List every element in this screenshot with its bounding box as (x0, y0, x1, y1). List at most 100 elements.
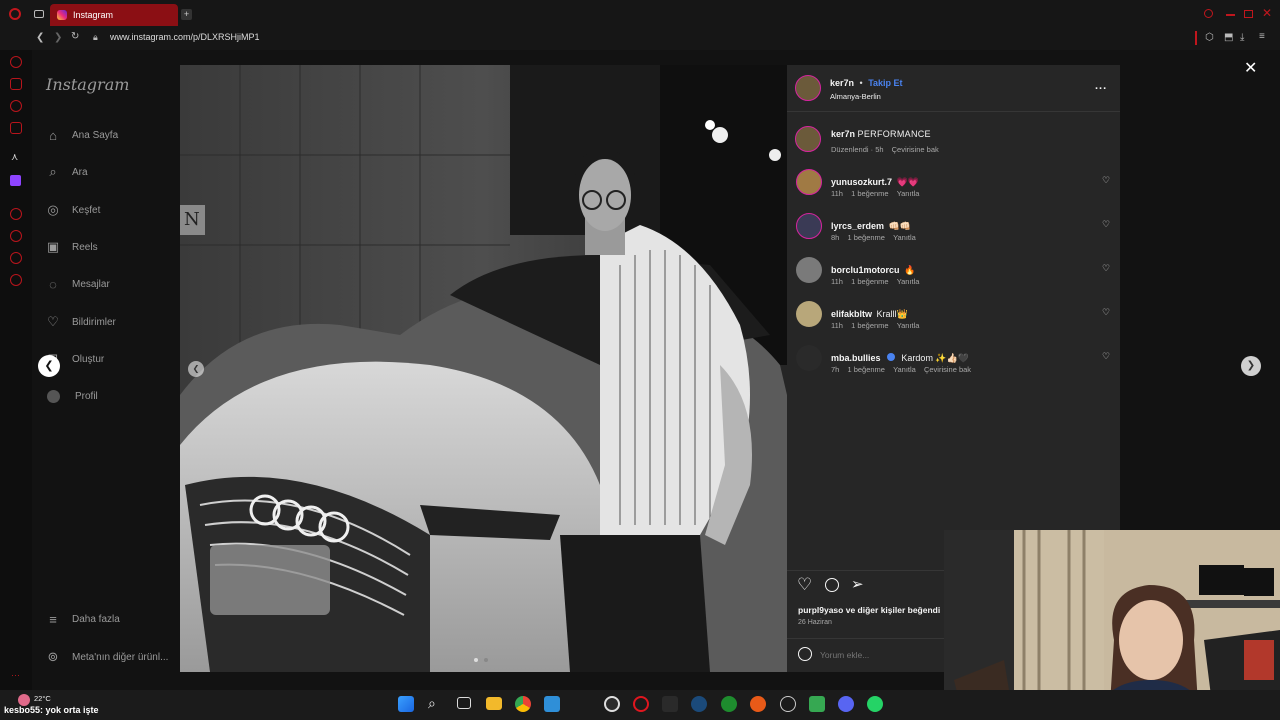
next-post-button[interactable]: ❯ (1241, 356, 1261, 376)
close-window-button[interactable]: ✕ (1262, 6, 1272, 20)
taskbar-search-icon[interactable]: ⌕ (428, 695, 436, 712)
extensions-icon[interactable]: ⬡ (1205, 32, 1214, 43)
author-username[interactable]: ker7n (830, 78, 854, 88)
xbox-icon[interactable] (721, 696, 737, 712)
liked-by-rest[interactable]: ve diğer kişiler beğendi (846, 605, 940, 615)
caption-avatar[interactable] (795, 126, 821, 152)
comment-likes[interactable]: 1 beğenme (847, 233, 885, 242)
post-photo[interactable]: N ❮ (180, 65, 787, 672)
weather-temperature[interactable]: 22°C (34, 694, 51, 703)
app-circle-icon[interactable] (780, 696, 796, 712)
comment-username[interactable]: elifakbltw (831, 309, 872, 319)
discord-icon[interactable] (838, 696, 854, 712)
nav-item-profile[interactable]: Profil (44, 386, 98, 406)
comment-avatar[interactable] (796, 169, 822, 195)
epic-games-icon[interactable] (662, 696, 678, 712)
sidebar-messenger-icon[interactable] (10, 100, 22, 112)
comment-reply[interactable]: Yanıtla (897, 277, 920, 286)
app-green-icon[interactable] (809, 696, 825, 712)
comment-username[interactable]: borclu1motorcu (831, 265, 900, 275)
comment-username[interactable]: mba.bullies (831, 353, 881, 363)
sidebar-ai-icon[interactable]: ⋏ (11, 152, 18, 163)
game-launcher-icon[interactable] (750, 696, 766, 712)
comment-reply[interactable]: Yanıtla (893, 365, 916, 374)
comment-likes[interactable]: 1 beğenme (847, 365, 885, 374)
comment-reply[interactable]: Yanıtla (897, 189, 920, 198)
opera-taskbar-icon[interactable] (633, 696, 649, 712)
sidebar-chat-icon[interactable] (10, 78, 22, 90)
chrome-icon[interactable] (515, 696, 531, 712)
opera-logo-icon[interactable] (9, 8, 21, 20)
task-view-icon[interactable] (457, 697, 471, 709)
comment-translate-link[interactable]: Çevirisine bak (924, 365, 971, 374)
url-field[interactable]: www.instagram.com/p/DLXRSHjiMP1 (110, 32, 260, 42)
sidebar-history-icon[interactable] (10, 230, 22, 242)
obs-icon[interactable] (604, 696, 620, 712)
back-icon[interactable]: ❮ (36, 32, 44, 43)
instagram-logo[interactable]: Instagram (46, 75, 129, 94)
nav-item-home[interactable]: ⌂ Ana Sayfa (44, 125, 118, 145)
close-modal-button[interactable]: ✕ (1244, 58, 1257, 78)
comment-likes[interactable]: 1 beğenme (851, 321, 889, 330)
share-send-icon[interactable]: ➢ (851, 575, 864, 593)
easy-setup-icon[interactable]: ⬒ (1224, 32, 1233, 43)
download-icon[interactable]: ⤓ (1240, 32, 1244, 43)
comment-avatar[interactable] (796, 301, 822, 327)
app-window-icon[interactable] (544, 696, 560, 712)
maximize-button[interactable] (1244, 10, 1253, 18)
new-tab-button[interactable]: + (181, 9, 192, 20)
comment-reply[interactable]: Yanıtla (893, 233, 916, 242)
browser-tab-instagram[interactable]: Instagram (50, 4, 178, 26)
comment-avatar[interactable] (796, 213, 822, 239)
follow-button[interactable]: Takip Et (868, 78, 902, 88)
like-post-heart-icon[interactable]: ♡ (797, 575, 812, 595)
nav-item-explore[interactable]: ◎ Keşfet (44, 200, 100, 220)
photo-previous-button[interactable]: ❮ (188, 361, 204, 377)
comment-like-heart-icon[interactable]: ♡ (1102, 307, 1110, 318)
comment-avatar[interactable] (796, 345, 822, 371)
sidebar-player-icon[interactable] (10, 208, 22, 220)
tab-manager-icon[interactable] (34, 10, 44, 18)
comment-reply[interactable]: Yanıtla (897, 321, 920, 330)
caption-translate-link[interactable]: Çevirisine bak (892, 145, 939, 154)
liked-by-username[interactable]: purpl9yaso (798, 605, 843, 615)
comment-bubble-icon[interactable] (825, 578, 839, 592)
reload-icon[interactable]: ↻ (71, 31, 79, 42)
sidebar-twitch-icon[interactable] (10, 175, 21, 186)
sidebar-settings-icon[interactable] (10, 274, 22, 286)
comment-like-heart-icon[interactable]: ♡ (1102, 219, 1110, 230)
comment-likes[interactable]: 1 beğenme (851, 189, 889, 198)
nav-item-messages[interactable]: ◌ Mesajlar (44, 274, 110, 294)
post-options-button[interactable]: ... (1095, 80, 1107, 92)
forward-icon[interactable]: ❯ (54, 32, 62, 43)
nav-item-notifications[interactable]: ♡ Bildirimler (44, 312, 116, 332)
emoji-smiley-icon[interactable] (798, 647, 812, 661)
comment-like-heart-icon[interactable]: ♡ (1102, 351, 1110, 362)
search-tabs-icon[interactable] (1204, 9, 1213, 18)
nav-item-search[interactable]: ⌕ Ara (44, 162, 87, 182)
whatsapp-icon[interactable] (867, 696, 883, 712)
caption-username[interactable]: ker7n (831, 129, 855, 139)
sidebar-more-icon[interactable]: ··· (11, 670, 20, 680)
sidebar-aria-icon[interactable] (10, 56, 22, 68)
steam-icon[interactable] (691, 696, 707, 712)
add-comment-input[interactable] (820, 647, 940, 662)
post-location[interactable]: Almanya-Berlin (830, 92, 881, 101)
sidebar-pinboard-icon[interactable] (10, 252, 22, 264)
comment-username[interactable]: yunusozkurt.7 (831, 177, 892, 187)
file-explorer-icon[interactable] (486, 697, 502, 710)
comment-like-heart-icon[interactable]: ♡ (1102, 263, 1110, 274)
nav-item-reels[interactable]: ▣ Reels (44, 237, 98, 257)
nav-item-meta[interactable]: ⊚ Meta'nın diğer ürünl... (44, 647, 169, 667)
comment-avatar[interactable] (796, 257, 822, 283)
minimize-button[interactable] (1226, 14, 1235, 16)
author-avatar[interactable] (795, 75, 821, 101)
previous-post-button[interactable]: ❮ (38, 355, 60, 377)
menu-icon[interactable]: ≡ (1259, 31, 1265, 42)
comment-username[interactable]: lyrcs_erdem (831, 221, 884, 231)
comment-like-heart-icon[interactable]: ♡ (1102, 175, 1110, 186)
nav-item-more[interactable]: ≡ Daha fazla (44, 609, 120, 629)
comment-likes[interactable]: 1 beğenme (851, 277, 889, 286)
start-menu-windows-icon[interactable] (398, 696, 414, 712)
sidebar-mail-icon[interactable] (10, 122, 22, 134)
